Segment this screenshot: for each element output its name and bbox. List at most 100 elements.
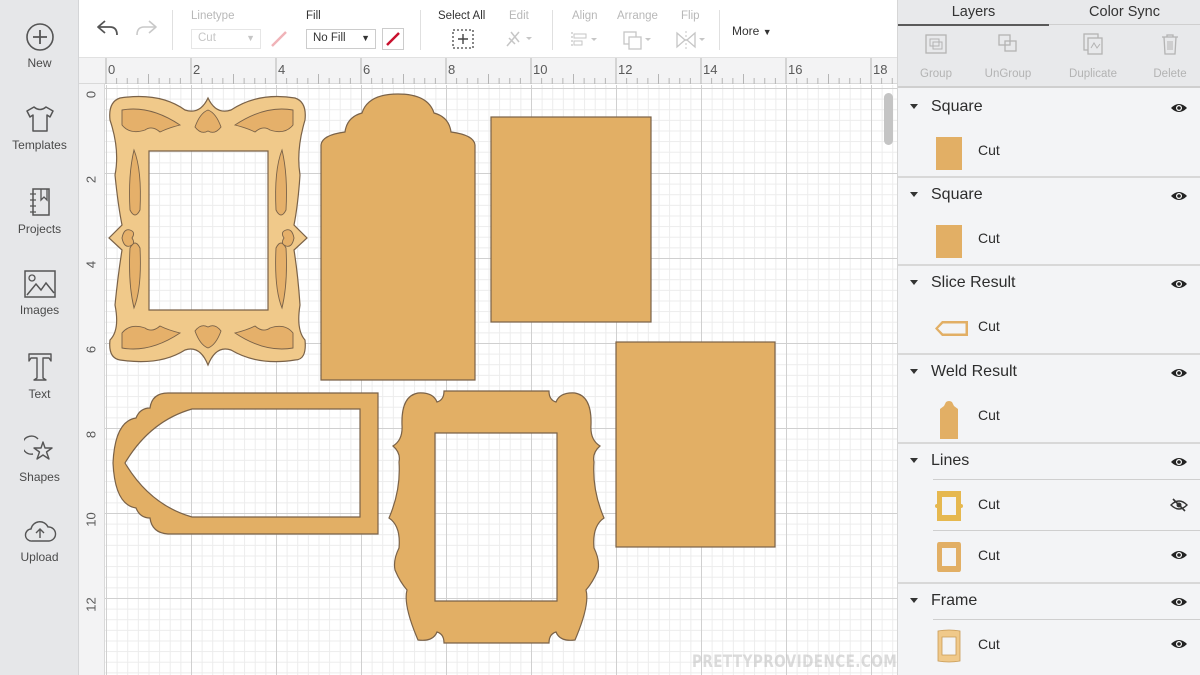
layer-row[interactable]: Cut (933, 530, 1200, 580)
layer-row[interactable]: Cut (898, 214, 1200, 264)
panel-tabs: Layers Color Sync (898, 0, 1200, 26)
layer-group-title: Lines (931, 452, 970, 469)
layer-group-weld-result: Weld Result Cut (898, 355, 1200, 444)
eye-icon[interactable] (1170, 102, 1188, 114)
nav-projects[interactable]: Projects (0, 186, 79, 236)
ruler-tick-label: 6 (83, 345, 99, 354)
collapse-caret-icon[interactable] (910, 598, 918, 603)
linetype-select[interactable]: Cut ▼ (191, 29, 261, 49)
layer-group-header[interactable]: Frame (898, 584, 1200, 620)
ruler-tick-label: 0 (108, 62, 116, 77)
square-shape-2[interactable] (615, 341, 776, 548)
collapse-caret-icon[interactable] (910, 104, 918, 109)
layer-operation-label: Cut (978, 547, 1000, 563)
ruler-tick-label: 2 (83, 175, 99, 184)
linetype-label: Linetype (191, 10, 235, 22)
layer-group-header[interactable]: Lines (898, 444, 1200, 480)
ruler-tick-label: 6 (363, 62, 371, 77)
align-button[interactable] (569, 30, 601, 50)
delete-button[interactable]: Delete (1132, 32, 1200, 80)
ungroup-button[interactable]: UnGroup (970, 32, 1046, 80)
tshirt-icon (25, 106, 54, 132)
flip-button[interactable] (674, 29, 708, 51)
layer-row[interactable]: Cut (933, 479, 1200, 529)
layer-group-header[interactable]: Weld Result (898, 355, 1200, 391)
eye-icon[interactable] (1170, 549, 1188, 561)
undo-icon[interactable] (95, 18, 121, 38)
layer-row[interactable]: Cut (898, 391, 1200, 441)
slice-result-tag[interactable] (112, 392, 379, 535)
ruler-tick-label: 12 (618, 62, 633, 77)
eye-hidden-icon[interactable] (1170, 498, 1188, 512)
fill-select[interactable]: No Fill ▼ (306, 29, 376, 49)
nav-images[interactable]: Images (0, 269, 79, 317)
lines-frame[interactable] (388, 390, 605, 644)
select-all-button[interactable] (451, 28, 475, 50)
eye-icon[interactable] (1170, 190, 1188, 202)
arrange-button[interactable] (621, 29, 655, 51)
ruler-tick-label: 8 (83, 430, 99, 439)
layer-group-header[interactable]: Slice Result (898, 266, 1200, 302)
duplicate-label: Duplicate (1069, 68, 1117, 80)
weld-result-tag[interactable] (320, 93, 476, 381)
ungroup-icon (998, 34, 1017, 52)
duplicate-button[interactable]: Duplicate (1055, 32, 1131, 80)
nav-shapes[interactable]: Shapes (0, 434, 79, 484)
canvas-vertical-scrollbar[interactable] (884, 93, 893, 145)
group-button[interactable]: Group (898, 32, 974, 80)
shapes-icon (23, 435, 53, 460)
layer-group-header[interactable]: Square (898, 178, 1200, 214)
layer-row[interactable]: Cut (933, 619, 1200, 669)
edit-button[interactable] (504, 29, 536, 49)
redo-icon[interactable] (133, 18, 159, 38)
tab-color-sync[interactable]: Color Sync (1049, 0, 1200, 26)
ungroup-label: UnGroup (984, 68, 1032, 80)
ruler-tick-label: 18 (873, 62, 888, 77)
group-label: Group (920, 68, 952, 80)
select-all-label: Select All (438, 10, 486, 22)
eye-icon[interactable] (1170, 456, 1188, 468)
layer-group-square-1: Square Cut (898, 90, 1200, 178)
layer-group-header[interactable]: Square (898, 90, 1200, 126)
notebook-icon (29, 188, 50, 216)
nav-text[interactable]: Text (0, 351, 79, 401)
layer-thumb-square (936, 225, 962, 258)
layer-operation-label: Cut (978, 318, 1000, 334)
nav-shapes-label: Shapes (19, 470, 60, 484)
nav-text-label: Text (28, 387, 51, 401)
layer-group-title: Square (931, 186, 983, 203)
layer-group-title: Slice Result (931, 274, 1016, 291)
collapse-caret-icon[interactable] (910, 369, 918, 374)
eye-icon[interactable] (1170, 367, 1188, 379)
layer-row[interactable]: Cut (898, 302, 1200, 352)
layer-group-slice-result: Slice Result Cut (898, 266, 1200, 355)
nav-new[interactable]: New (0, 22, 79, 70)
layer-row[interactable]: Cut (898, 126, 1200, 176)
eye-icon[interactable] (1170, 638, 1188, 650)
layer-operation-label: Cut (978, 636, 1000, 652)
nav-templates-label: Templates (12, 138, 67, 152)
square-shape-1[interactable] (490, 116, 652, 323)
collapse-caret-icon[interactable] (910, 458, 918, 463)
tab-layers[interactable]: Layers (898, 0, 1049, 26)
linetype-color-swatch[interactable] (269, 29, 289, 49)
eye-icon[interactable] (1170, 596, 1188, 608)
eye-icon[interactable] (1170, 278, 1188, 290)
layer-group-square-2: Square Cut (898, 178, 1200, 266)
top-toolbar: Linetype Cut ▼ Fill No Fill ▼ Select All… (79, 0, 897, 58)
ornate-frame[interactable] (108, 95, 308, 367)
linetype-value: Cut (198, 32, 216, 44)
collapse-caret-icon[interactable] (910, 280, 918, 285)
fill-color-swatch[interactable] (382, 28, 404, 50)
collapse-caret-icon[interactable] (910, 192, 918, 197)
more-menu-button[interactable]: More ▼ (732, 24, 772, 38)
design-space-app: New Templates Projects Images Text Shape… (0, 0, 1200, 675)
nav-upload[interactable]: Upload (0, 518, 79, 564)
design-canvas[interactable] (105, 85, 897, 675)
more-label: More (732, 24, 760, 38)
nav-templates[interactable]: Templates (0, 104, 79, 152)
chevron-down-icon: ▼ (246, 33, 255, 43)
plus-circle-icon (25, 23, 54, 51)
layer-thumb-frame-orange (937, 542, 961, 572)
nav-new-label: New (27, 56, 52, 70)
